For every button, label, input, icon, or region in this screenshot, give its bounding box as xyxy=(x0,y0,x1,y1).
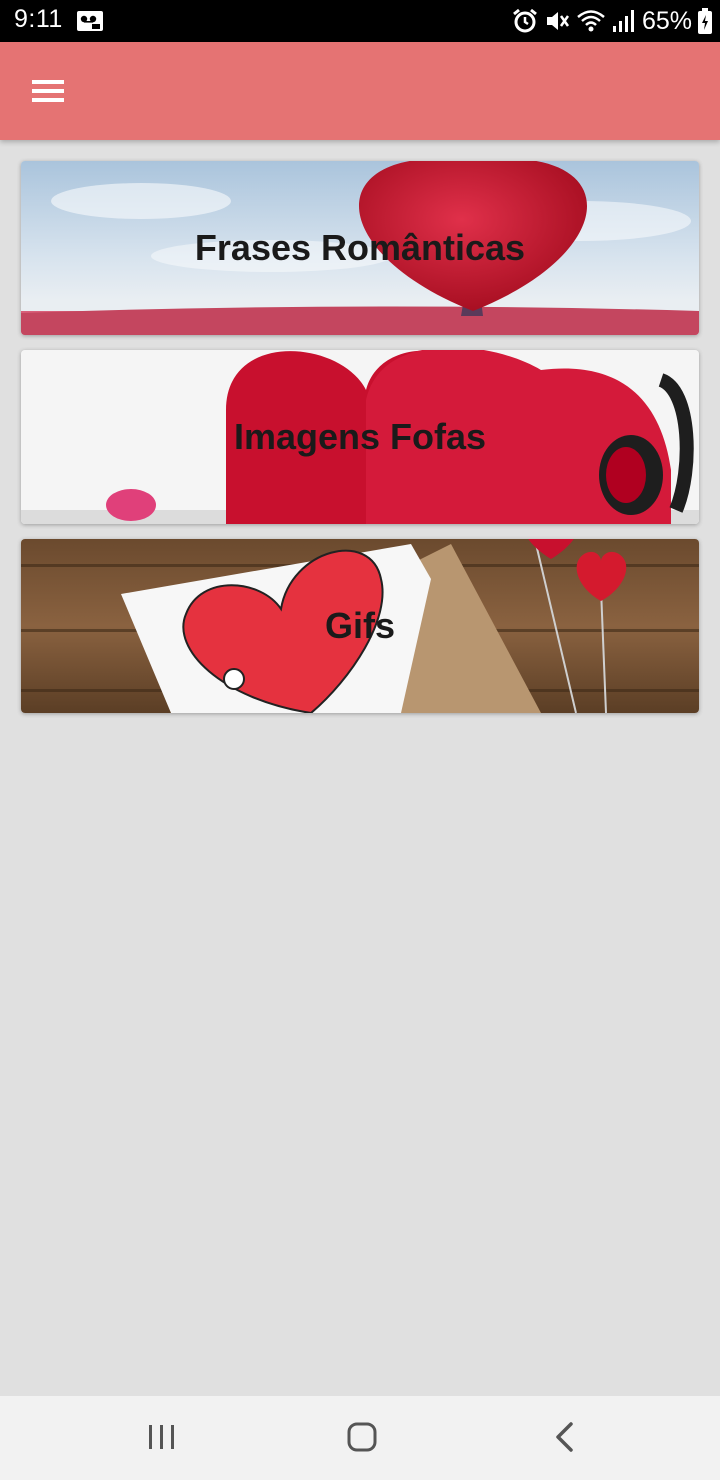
signal-icon xyxy=(612,10,634,32)
app-toolbar xyxy=(0,42,720,140)
back-icon[interactable] xyxy=(534,1416,594,1460)
card-label: Imagens Fofas xyxy=(233,416,487,457)
battery-icon xyxy=(698,8,712,34)
card-label: Frases Românticas xyxy=(194,227,526,268)
mute-icon xyxy=(546,12,569,30)
card-imagens-fofas[interactable]: Imagens Fofas xyxy=(21,350,699,524)
card-frases-romanticas[interactable]: Frases Românticas xyxy=(21,161,699,335)
recents-icon[interactable] xyxy=(131,1416,191,1460)
menu-icon[interactable] xyxy=(24,68,74,114)
system-nav-bar xyxy=(0,1396,720,1480)
wifi-icon xyxy=(577,10,605,32)
voicemail-icon xyxy=(77,11,103,31)
card-gifs[interactable]: Gifs xyxy=(21,539,699,713)
card-label: Gifs xyxy=(324,605,395,646)
battery-percentage: 65% xyxy=(641,6,692,35)
home-icon[interactable] xyxy=(332,1416,392,1460)
status-icons: 65% xyxy=(512,5,712,37)
status-bar: 9:11 65% xyxy=(0,0,720,42)
status-time: 9:11 xyxy=(14,5,63,33)
alarm-icon xyxy=(513,8,537,33)
